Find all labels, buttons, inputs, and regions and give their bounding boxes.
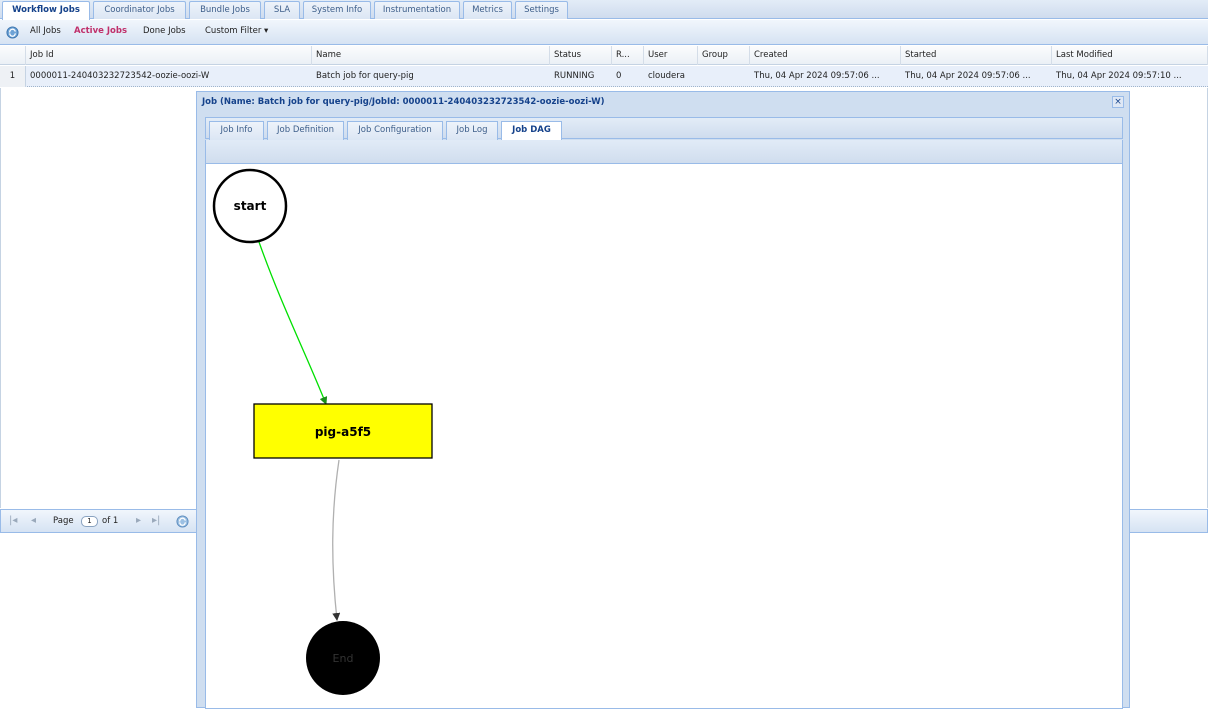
job-detail-window: Job (Name: Batch job for query-pig/JobId…	[196, 91, 1130, 709]
job-dag-toolbar	[205, 140, 1123, 164]
row-number: 1	[0, 66, 26, 87]
tab-job-log[interactable]: Job Log	[446, 121, 498, 140]
column-header-run[interactable]: R...	[612, 46, 644, 65]
end-node-label: End	[333, 652, 354, 665]
column-header-user[interactable]: User	[644, 46, 698, 65]
column-header-group[interactable]: Group	[698, 46, 750, 65]
tab-system-info[interactable]: System Info	[303, 1, 371, 19]
main-tab-bar: Workflow Jobs Coordinator Jobs Bundle Jo…	[0, 0, 1208, 20]
cell-status[interactable]: RUNNING	[550, 66, 612, 87]
next-page-icon[interactable]: ▸	[136, 515, 141, 526]
custom-filter-dropdown[interactable]: Custom Filter ▾	[205, 26, 268, 36]
job-window-tab-bar: Job Info Job Definition Job Configuratio…	[205, 117, 1123, 140]
page-label: Page	[53, 516, 74, 526]
filter-all-jobs[interactable]: All Jobs	[30, 26, 61, 36]
prev-page-icon[interactable]: ◂	[31, 515, 36, 526]
tab-workflow-jobs[interactable]: Workflow Jobs	[2, 1, 90, 20]
filter-toolbar: All Jobs Active Jobs Done Jobs Custom Fi…	[0, 20, 1208, 45]
close-icon[interactable]: ×	[1112, 96, 1124, 108]
cell-name[interactable]: Batch job for query-pig	[312, 66, 550, 87]
dag-edge-start-to-pig	[258, 241, 328, 405]
cell-created[interactable]: Thu, 04 Apr 2024 09:57:06 ...	[750, 66, 901, 87]
tab-instrumentation[interactable]: Instrumentation	[374, 1, 460, 19]
tab-job-dag[interactable]: Job DAG	[501, 121, 562, 140]
job-dag-canvas: start pig-a5f5 End	[205, 164, 1123, 709]
cell-last-modified[interactable]: Thu, 04 Apr 2024 09:57:10 ...	[1052, 66, 1208, 87]
column-header-job-id[interactable]: Job Id	[26, 46, 312, 65]
dag-edge-pig-to-end	[332, 459, 341, 621]
last-page-icon[interactable]: ▸|	[152, 515, 160, 526]
cell-group[interactable]	[698, 66, 750, 87]
refresh-icon[interactable]	[176, 515, 189, 528]
tab-settings[interactable]: Settings	[515, 1, 568, 19]
dag-node-start[interactable]: start	[212, 168, 288, 244]
column-header-started[interactable]: Started	[901, 46, 1052, 65]
dag-node-pig-action[interactable]: pig-a5f5	[253, 403, 433, 459]
tab-sla[interactable]: SLA	[264, 1, 300, 19]
table-row[interactable]: 1 0000011-240403232723542-oozie-oozi-W B…	[0, 66, 1208, 87]
dag-graph: start pig-a5f5 End	[212, 168, 433, 695]
tab-job-configuration[interactable]: Job Configuration	[347, 121, 443, 140]
filter-active-jobs[interactable]: Active Jobs	[74, 26, 127, 36]
tab-bundle-jobs[interactable]: Bundle Jobs	[189, 1, 261, 19]
filter-done-jobs[interactable]: Done Jobs	[143, 26, 186, 36]
cell-run[interactable]: 0	[612, 66, 644, 87]
tab-job-info[interactable]: Job Info	[209, 121, 264, 140]
column-header-status[interactable]: Status	[550, 46, 612, 65]
column-header-created[interactable]: Created	[750, 46, 901, 65]
column-header-last-modified[interactable]: Last Modified	[1052, 46, 1208, 65]
cell-job-id[interactable]: 0000011-240403232723542-oozie-oozi-W	[26, 66, 312, 87]
cell-started[interactable]: Thu, 04 Apr 2024 09:57:06 ...	[901, 66, 1052, 87]
page-number-input[interactable]: 1	[81, 516, 98, 527]
column-header-rownum	[0, 46, 26, 65]
start-node-label: start	[234, 199, 267, 213]
jobs-grid-header: Job Id Name Status R... User Group Creat…	[0, 46, 1208, 65]
refresh-icon[interactable]	[6, 26, 19, 39]
first-page-icon[interactable]: |◂	[9, 515, 17, 526]
page-count-label: of 1	[102, 516, 119, 526]
pig-node-label: pig-a5f5	[315, 425, 371, 439]
job-window-title[interactable]: Job (Name: Batch job for query-pig/JobId…	[197, 92, 1129, 112]
tab-metrics[interactable]: Metrics	[463, 1, 512, 19]
dag-node-end[interactable]: End	[306, 621, 380, 695]
cell-user[interactable]: cloudera	[644, 66, 698, 87]
column-header-name[interactable]: Name	[312, 46, 550, 65]
tab-job-definition[interactable]: Job Definition	[267, 121, 344, 140]
tab-coordinator-jobs[interactable]: Coordinator Jobs	[93, 1, 186, 19]
